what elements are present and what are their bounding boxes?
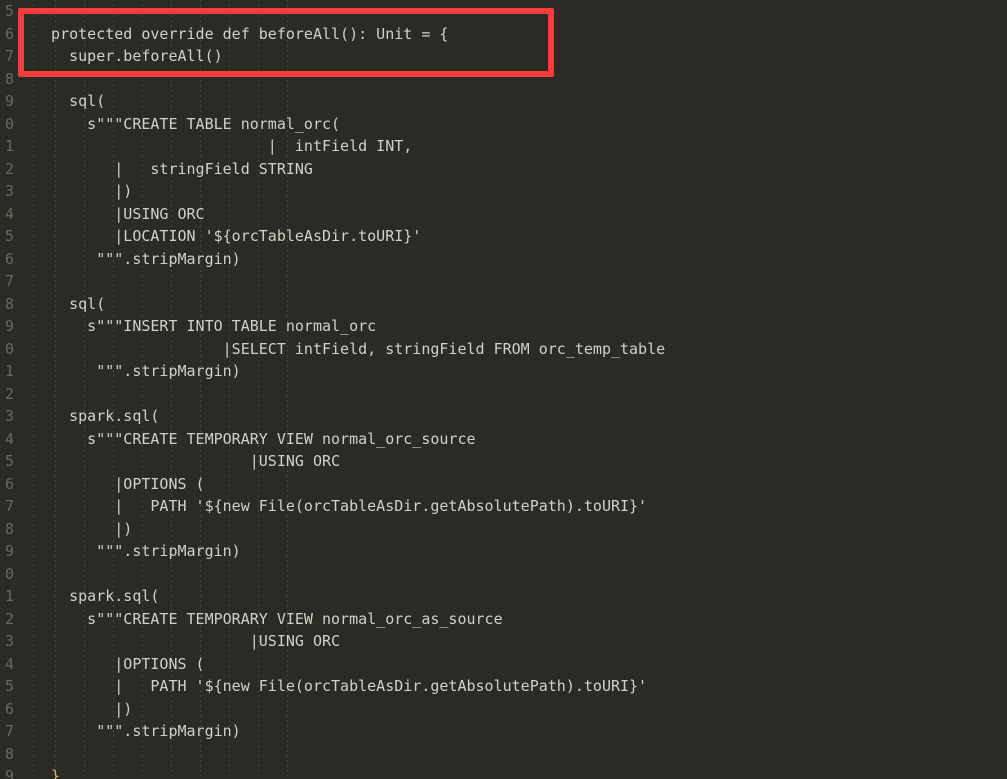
code-line[interactable]: spark.sql( bbox=[0, 585, 1007, 608]
code-line[interactable]: | PATH '${new File(orcTableAsDir.getAbso… bbox=[0, 675, 1007, 698]
code-line[interactable]: |) bbox=[0, 698, 1007, 721]
code-line[interactable] bbox=[0, 0, 1007, 23]
code-line[interactable]: s"""CREATE TEMPORARY VIEW normal_orc_as_… bbox=[0, 608, 1007, 631]
code-line[interactable]: s"""CREATE TABLE normal_orc( bbox=[0, 113, 1007, 136]
code-editor-screenshot: 5678901234567890123456789012345678901234… bbox=[0, 0, 1007, 779]
code-line[interactable]: |SELECT intField, stringField FROM orc_t… bbox=[0, 338, 1007, 361]
code-line[interactable]: """.stripMargin) bbox=[0, 360, 1007, 383]
code-line[interactable]: |) bbox=[0, 518, 1007, 541]
code-line[interactable]: spark.sql( bbox=[0, 405, 1007, 428]
code-line[interactable]: |OPTIONS ( bbox=[0, 473, 1007, 496]
code-line[interactable] bbox=[0, 743, 1007, 766]
code-line[interactable] bbox=[0, 68, 1007, 91]
code-line[interactable]: |) bbox=[0, 180, 1007, 203]
code-line[interactable] bbox=[0, 383, 1007, 406]
code-line[interactable]: } bbox=[0, 765, 1007, 779]
code-line[interactable]: |LOCATION '${orcTableAsDir.toURI}' bbox=[0, 225, 1007, 248]
code-line[interactable]: protected override def beforeAll(): Unit… bbox=[0, 23, 1007, 46]
code-line[interactable]: super.beforeAll() bbox=[0, 45, 1007, 68]
code-line[interactable] bbox=[0, 270, 1007, 293]
code-content[interactable]: protected override def beforeAll(): Unit… bbox=[0, 0, 1007, 779]
code-line[interactable]: sql( bbox=[0, 293, 1007, 316]
code-line[interactable]: """.stripMargin) bbox=[0, 540, 1007, 563]
code-line[interactable] bbox=[0, 563, 1007, 586]
code-line[interactable]: |USING ORC bbox=[0, 450, 1007, 473]
code-line[interactable]: """.stripMargin) bbox=[0, 248, 1007, 271]
code-line[interactable]: | stringField STRING bbox=[0, 158, 1007, 181]
code-line[interactable]: | intField INT, bbox=[0, 135, 1007, 158]
code-line[interactable]: s"""INSERT INTO TABLE normal_orc bbox=[0, 315, 1007, 338]
code-line[interactable]: """.stripMargin) bbox=[0, 720, 1007, 743]
code-line[interactable]: sql( bbox=[0, 90, 1007, 113]
code-line[interactable]: s"""CREATE TEMPORARY VIEW normal_orc_sou… bbox=[0, 428, 1007, 451]
code-line[interactable]: |USING ORC bbox=[0, 630, 1007, 653]
code-line[interactable]: | PATH '${new File(orcTableAsDir.getAbso… bbox=[0, 495, 1007, 518]
code-line[interactable]: |USING ORC bbox=[0, 203, 1007, 226]
code-line[interactable]: |OPTIONS ( bbox=[0, 653, 1007, 676]
